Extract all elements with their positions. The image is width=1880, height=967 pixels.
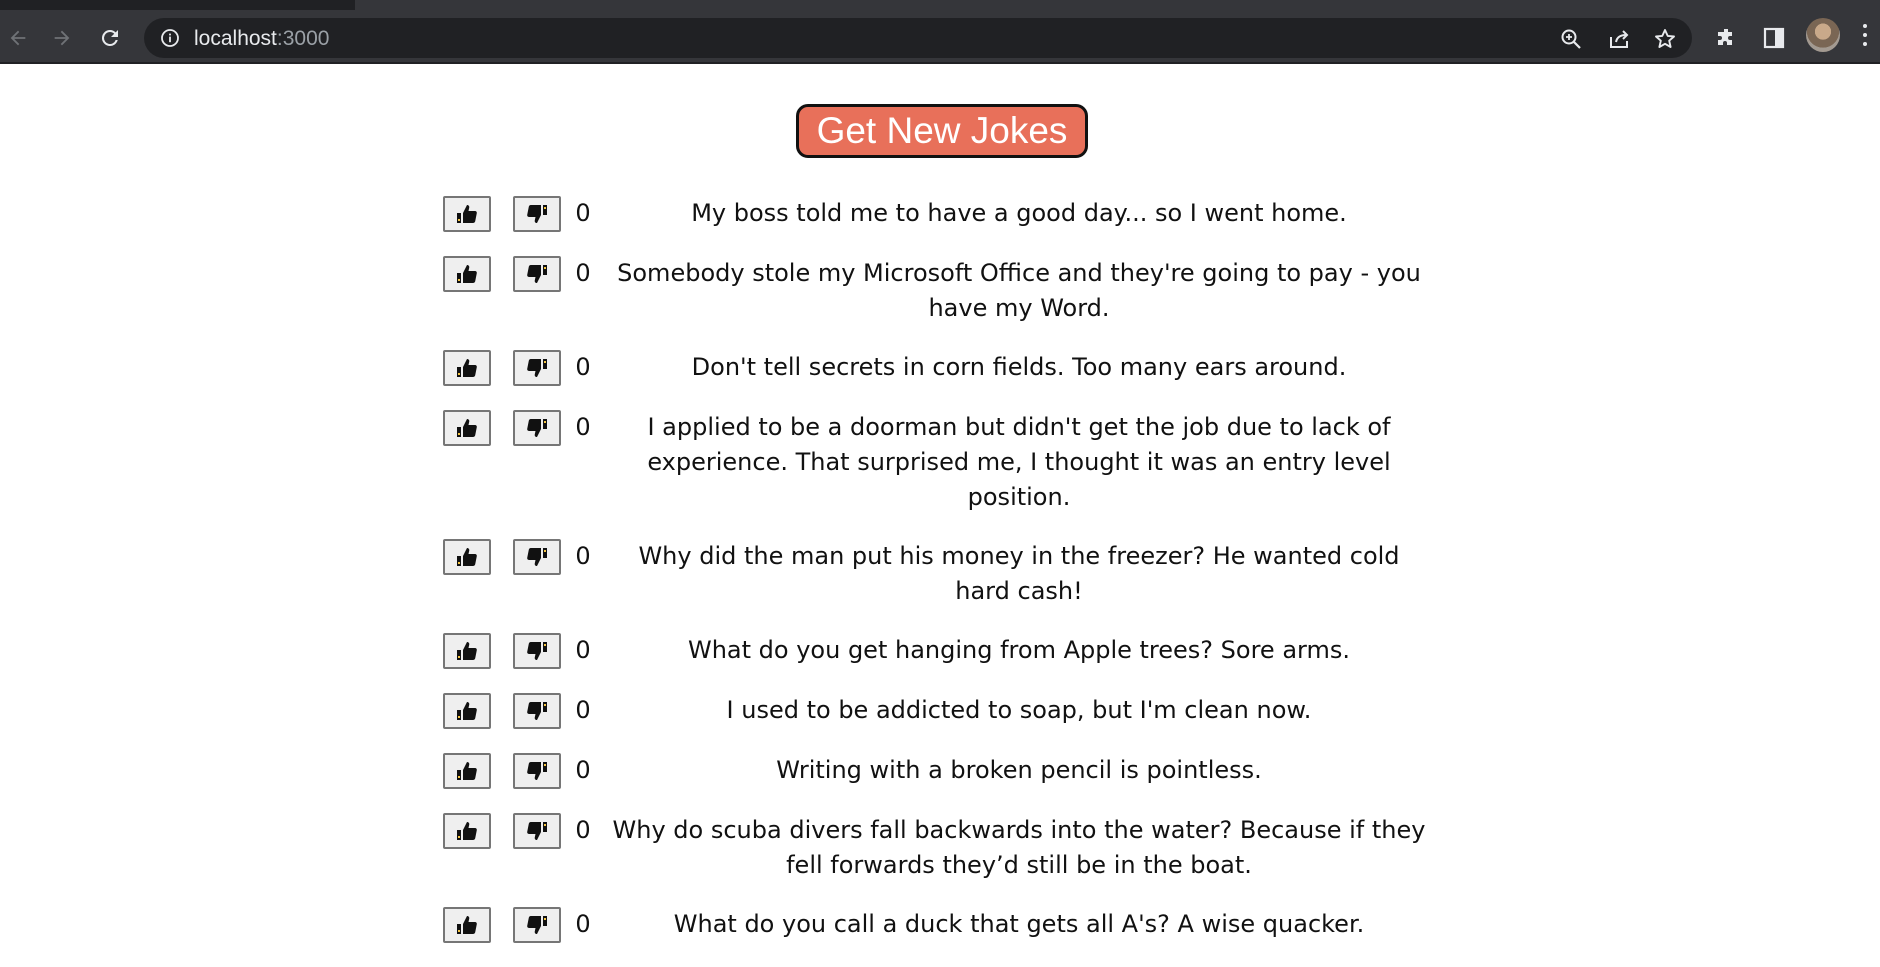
downvote-button[interactable]	[513, 693, 561, 729]
joke-list: 0 My boss told me to have a good day... …	[440, 196, 1440, 967]
joke-row: 0 Why do scuba divers fall backwards int…	[440, 813, 1440, 883]
thumbs-down-icon	[527, 205, 547, 223]
joke-text: Why do scuba divers fall backwards into …	[612, 816, 1426, 879]
reload-icon[interactable]	[92, 20, 128, 56]
upvote-button[interactable]	[443, 256, 491, 292]
thumbs-up-icon	[457, 702, 477, 720]
downvote-button[interactable]	[513, 907, 561, 943]
joke-text: Don't tell secrets in corn fields. Too m…	[691, 353, 1347, 381]
url-host: localhost	[194, 27, 277, 50]
upvote-button[interactable]	[443, 539, 491, 575]
joke-text: Why did the man put his money in the fre…	[638, 542, 1400, 605]
joke-text: Writing with a broken pencil is pointles…	[776, 756, 1262, 784]
thumbs-up-icon	[457, 642, 477, 660]
profile-avatar[interactable]	[1806, 18, 1840, 52]
thumbs-down-icon	[527, 916, 547, 934]
thumbs-up-icon	[457, 205, 477, 223]
thumbs-up-icon	[457, 916, 477, 934]
joke-row: 0 I used to be addicted to soap, but I'm…	[440, 693, 1440, 729]
downvote-button[interactable]	[513, 350, 561, 386]
side-panel-icon[interactable]	[1756, 20, 1792, 56]
joke-text: What do you call a duck that gets all A'…	[673, 910, 1365, 938]
vote-count: 0	[575, 756, 591, 784]
vote-count: 0	[575, 199, 591, 227]
vote-count: 0	[575, 910, 591, 938]
get-new-jokes-button[interactable]: Get New Jokes	[796, 104, 1088, 158]
joke-text: I used to be addicted to soap, but I'm c…	[726, 696, 1312, 724]
active-tab[interactable]	[355, 0, 1880, 10]
vote-count: 0	[575, 542, 591, 570]
thumbs-down-icon	[527, 359, 547, 377]
upvote-button[interactable]	[443, 907, 491, 943]
upvote-button[interactable]	[443, 633, 491, 669]
url-text: localhost:3000	[194, 27, 329, 51]
vote-count: 0	[575, 696, 591, 724]
downvote-button[interactable]	[513, 256, 561, 292]
thumbs-down-icon	[527, 548, 547, 566]
joke-row: 0 What do you get hanging from Apple tre…	[440, 633, 1440, 669]
zoom-icon[interactable]	[1558, 26, 1584, 52]
joke-text: What do you get hanging from Apple trees…	[687, 636, 1350, 664]
downvote-button[interactable]	[513, 633, 561, 669]
upvote-button[interactable]	[443, 410, 491, 446]
thumbs-up-icon	[457, 822, 477, 840]
thumbs-down-icon	[527, 762, 547, 780]
thumbs-up-icon	[457, 548, 477, 566]
thumbs-down-icon	[527, 702, 547, 720]
address-bar[interactable]: localhost:3000	[144, 18, 1692, 58]
joke-row: 0 Why did the man put his money in the f…	[440, 539, 1440, 609]
tab-strip	[0, 0, 1880, 10]
joke-row: 0 Writing with a broken pencil is pointl…	[440, 753, 1440, 789]
downvote-button[interactable]	[513, 196, 561, 232]
upvote-button[interactable]	[443, 196, 491, 232]
joke-row: 0 I applied to be a doorman but didn't g…	[440, 410, 1440, 515]
thumbs-down-icon	[527, 419, 547, 437]
vote-count: 0	[575, 413, 591, 441]
joke-text: My boss told me to have a good day... so…	[691, 199, 1347, 227]
vote-count: 0	[575, 259, 591, 287]
upvote-button[interactable]	[443, 693, 491, 729]
downvote-button[interactable]	[513, 753, 561, 789]
share-icon[interactable]	[1606, 26, 1632, 52]
thumbs-down-icon	[527, 822, 547, 840]
star-icon[interactable]	[1652, 26, 1678, 52]
thumbs-up-icon	[457, 265, 477, 283]
browser-toolbar: localhost:3000	[0, 10, 1880, 64]
menu-icon[interactable]	[1862, 24, 1868, 50]
vote-count: 0	[575, 636, 591, 664]
forward-icon[interactable]	[44, 20, 80, 56]
vote-count: 0	[575, 353, 591, 381]
upvote-button[interactable]	[443, 753, 491, 789]
joke-row: 0 What do you call a duck that gets all …	[440, 907, 1440, 943]
thumbs-down-icon	[527, 642, 547, 660]
url-port: :3000	[276, 27, 330, 50]
thumbs-up-icon	[457, 419, 477, 437]
downvote-button[interactable]	[513, 410, 561, 446]
downvote-button[interactable]	[513, 813, 561, 849]
downvote-button[interactable]	[513, 539, 561, 575]
vote-count: 0	[575, 816, 591, 844]
joke-row: 0 My boss told me to have a good day... …	[440, 196, 1440, 232]
thumbs-down-icon	[527, 265, 547, 283]
upvote-button[interactable]	[443, 813, 491, 849]
upvote-button[interactable]	[443, 350, 491, 386]
joke-text: Somebody stole my Microsoft Office and t…	[617, 259, 1421, 322]
back-icon[interactable]	[0, 20, 36, 56]
joke-row: 0 Don't tell secrets in corn fields. Too…	[440, 350, 1440, 386]
page-content: Get New Jokes 0 My boss told me to have …	[0, 64, 1880, 943]
thumbs-up-icon	[457, 762, 477, 780]
joke-text: I applied to be a doorman but didn't get…	[647, 413, 1391, 511]
joke-row: 0 Somebody stole my Microsoft Office and…	[440, 256, 1440, 326]
extensions-icon[interactable]	[1708, 20, 1744, 56]
info-icon[interactable]	[160, 28, 180, 48]
thumbs-up-icon	[457, 359, 477, 377]
